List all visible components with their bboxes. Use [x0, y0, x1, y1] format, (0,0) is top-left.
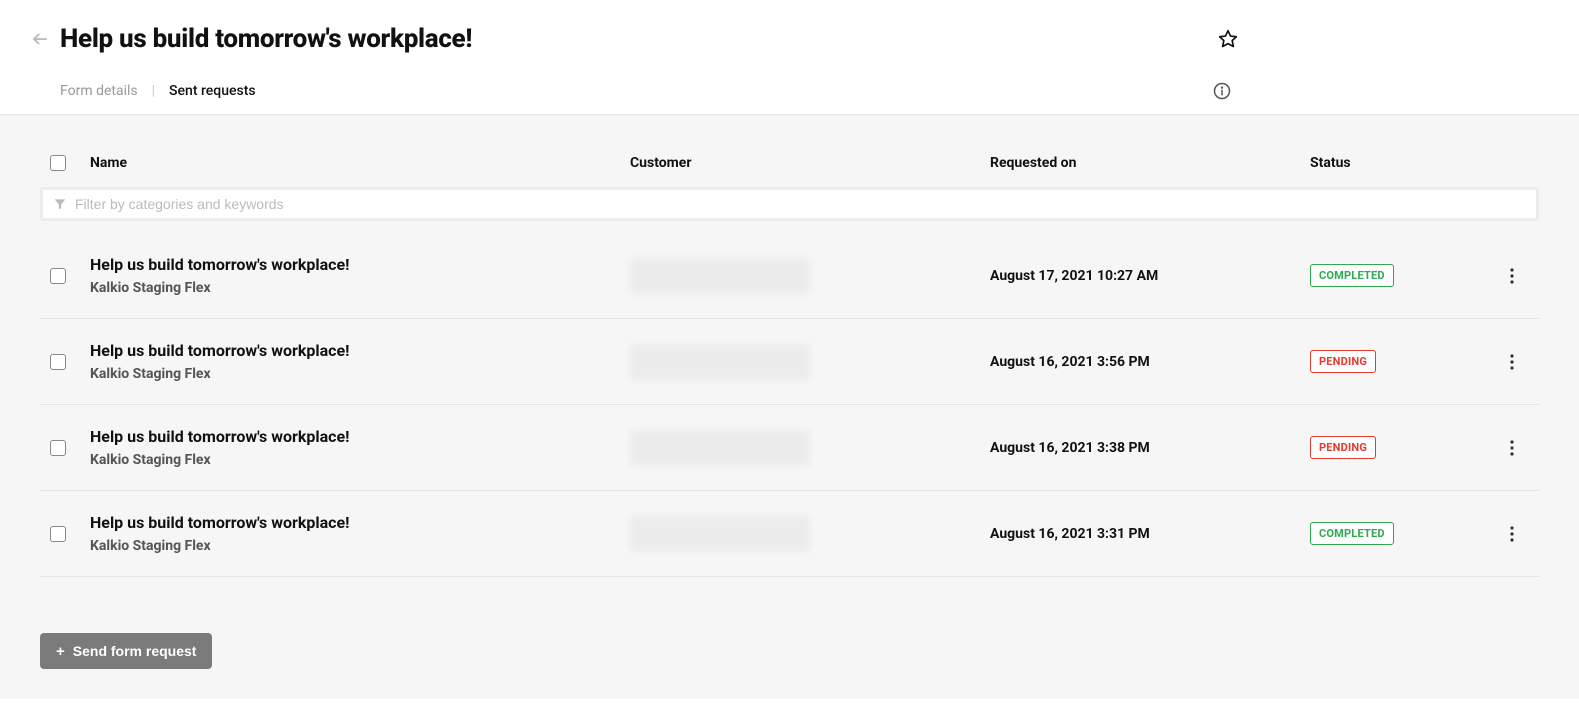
row-customer-cell: [630, 344, 990, 380]
customer-redacted: [630, 344, 810, 380]
page-title: Help us build tomorrow's workplace!: [60, 24, 472, 54]
customer-redacted: [630, 430, 810, 466]
column-header-requested-on[interactable]: Requested on: [990, 155, 1310, 171]
tab-form-details[interactable]: Form details: [60, 83, 138, 99]
header-checkbox-cell: [50, 155, 90, 171]
row-checkbox-cell: [50, 526, 90, 542]
row-title[interactable]: Help us build tomorrow's workplace!: [90, 427, 630, 446]
row-checkbox[interactable]: [50, 526, 66, 542]
row-actions-cell: [1470, 354, 1521, 370]
tab-separator: |: [152, 83, 155, 99]
row-status-cell: PENDING: [1310, 436, 1470, 459]
table-row: Help us build tomorrow's workplace! Kalki…: [40, 233, 1539, 319]
row-name-cell: Help us build tomorrow's workplace! Kalki…: [90, 255, 630, 296]
plus-icon: +: [56, 644, 65, 659]
tabs-right: [1213, 82, 1549, 114]
row-title[interactable]: Help us build tomorrow's workplace!: [90, 341, 630, 360]
requests-table: Name Customer Requested on Status Help u…: [40, 155, 1539, 577]
requested-on-text: August 16, 2021 3:31 PM: [990, 526, 1150, 542]
row-subtitle: Kalkio Staging Flex: [90, 280, 630, 296]
more-icon[interactable]: [1503, 526, 1521, 542]
status-badge: COMPLETED: [1310, 264, 1394, 287]
tabs-row: Form details | Sent requests: [30, 82, 1549, 114]
row-status-cell: PENDING: [1310, 350, 1470, 373]
table-row: Help us build tomorrow's workplace! Kalki…: [40, 491, 1539, 577]
row-requested-on-cell: August 16, 2021 3:56 PM: [990, 354, 1310, 370]
footer: + Send form request: [40, 633, 1539, 669]
content-area: Name Customer Requested on Status Help u…: [0, 115, 1579, 699]
info-icon[interactable]: [1213, 82, 1231, 100]
row-checkbox[interactable]: [50, 440, 66, 456]
filter-icon: [53, 197, 67, 211]
tabs: Form details | Sent requests: [30, 83, 256, 113]
send-button-label: Send form request: [73, 643, 197, 659]
requested-on-text: August 17, 2021 10:27 AM: [990, 268, 1158, 284]
more-icon[interactable]: [1503, 354, 1521, 370]
row-subtitle: Kalkio Staging Flex: [90, 538, 630, 554]
row-checkbox[interactable]: [50, 268, 66, 284]
row-status-cell: COMPLETED: [1310, 264, 1470, 287]
title-right: [1217, 28, 1549, 50]
row-status-cell: COMPLETED: [1310, 522, 1470, 545]
star-icon[interactable]: [1217, 28, 1239, 50]
row-subtitle: Kalkio Staging Flex: [90, 452, 630, 468]
row-name-cell: Help us build tomorrow's workplace! Kalki…: [90, 427, 630, 468]
row-requested-on-cell: August 16, 2021 3:31 PM: [990, 526, 1310, 542]
row-requested-on-cell: August 16, 2021 3:38 PM: [990, 440, 1310, 456]
filter-bar: [40, 187, 1539, 221]
table-body: Help us build tomorrow's workplace! Kalki…: [40, 233, 1539, 577]
row-name-cell: Help us build tomorrow's workplace! Kalki…: [90, 341, 630, 382]
title-row: Help us build tomorrow's workplace!: [30, 24, 1549, 54]
row-actions-cell: [1470, 440, 1521, 456]
select-all-checkbox[interactable]: [50, 155, 66, 171]
row-title[interactable]: Help us build tomorrow's workplace!: [90, 513, 630, 532]
requested-on-text: August 16, 2021 3:56 PM: [990, 354, 1150, 370]
row-checkbox-cell: [50, 440, 90, 456]
table-row: Help us build tomorrow's workplace! Kalki…: [40, 405, 1539, 491]
row-title[interactable]: Help us build tomorrow's workplace!: [90, 255, 630, 274]
row-actions-cell: [1470, 526, 1521, 542]
status-badge: PENDING: [1310, 350, 1376, 373]
column-header-customer[interactable]: Customer: [630, 155, 990, 171]
row-customer-cell: [630, 258, 990, 294]
table-row: Help us build tomorrow's workplace! Kalki…: [40, 319, 1539, 405]
send-form-request-button[interactable]: + Send form request: [40, 633, 212, 669]
tab-sent-requests[interactable]: Sent requests: [169, 83, 256, 99]
status-badge: PENDING: [1310, 436, 1376, 459]
status-badge: COMPLETED: [1310, 522, 1394, 545]
requested-on-text: August 16, 2021 3:38 PM: [990, 440, 1150, 456]
table-header-row: Name Customer Requested on Status: [40, 155, 1539, 187]
title-left: Help us build tomorrow's workplace!: [30, 24, 472, 54]
row-requested-on-cell: August 17, 2021 10:27 AM: [990, 268, 1310, 284]
row-subtitle: Kalkio Staging Flex: [90, 366, 630, 382]
customer-redacted: [630, 516, 810, 552]
filter-input[interactable]: [75, 196, 1526, 212]
more-icon[interactable]: [1503, 440, 1521, 456]
row-customer-cell: [630, 516, 990, 552]
row-checkbox[interactable]: [50, 354, 66, 370]
row-checkbox-cell: [50, 268, 90, 284]
row-customer-cell: [630, 430, 990, 466]
row-actions-cell: [1470, 268, 1521, 284]
page-header: Help us build tomorrow's workplace! Form…: [0, 0, 1579, 115]
row-name-cell: Help us build tomorrow's workplace! Kalki…: [90, 513, 630, 554]
column-header-status[interactable]: Status: [1310, 155, 1470, 171]
row-checkbox-cell: [50, 354, 90, 370]
customer-redacted: [630, 258, 810, 294]
back-arrow-icon[interactable]: [30, 29, 50, 49]
more-icon[interactable]: [1503, 268, 1521, 284]
column-header-name[interactable]: Name: [90, 155, 630, 171]
